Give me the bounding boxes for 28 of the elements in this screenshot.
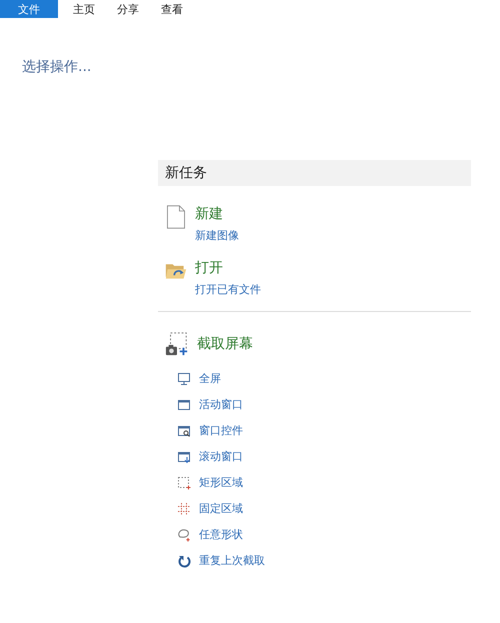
grid-icon[interactable] bbox=[177, 502, 191, 516]
capture-option[interactable]: 滚动窗口 bbox=[199, 448, 243, 465]
dashed-rectangle-icon[interactable] bbox=[177, 476, 191, 490]
capture-option[interactable]: 活动窗口 bbox=[199, 396, 243, 413]
menu-tab[interactable]: 查看 bbox=[150, 0, 194, 18]
task-link[interactable]: 新建图像 bbox=[195, 228, 239, 243]
task-title[interactable]: 打开 bbox=[195, 259, 261, 277]
menu-tab[interactable]: 分享 bbox=[106, 0, 150, 18]
lasso-icon[interactable] bbox=[177, 528, 191, 542]
menu-tab[interactable]: 文件 bbox=[0, 0, 58, 18]
capture-option[interactable]: 任意形状 bbox=[199, 526, 243, 543]
capture-option[interactable]: 矩形区域 bbox=[199, 474, 243, 491]
capture-option[interactable]: 重复上次截取 bbox=[199, 552, 265, 569]
task-link[interactable]: 打开已有文件 bbox=[195, 282, 261, 297]
monitor-icon[interactable] bbox=[177, 372, 191, 386]
page-heading: 选择操作... bbox=[22, 58, 92, 76]
document-icon bbox=[165, 205, 187, 229]
menu-tab[interactable]: 主页 bbox=[62, 0, 106, 18]
capture-option[interactable]: 固定区域 bbox=[199, 500, 243, 517]
refresh-icon[interactable] bbox=[177, 554, 191, 568]
window-icon[interactable] bbox=[177, 398, 191, 412]
screenshot-icon bbox=[165, 332, 189, 356]
panel-header: 新任务 bbox=[158, 160, 471, 186]
task-title[interactable]: 截取屏幕 bbox=[197, 335, 253, 353]
capture-option[interactable]: 窗口控件 bbox=[199, 422, 243, 439]
task-title[interactable]: 新建 bbox=[195, 205, 239, 223]
window-search-icon[interactable] bbox=[177, 424, 191, 438]
capture-option[interactable]: 全屏 bbox=[199, 370, 221, 387]
